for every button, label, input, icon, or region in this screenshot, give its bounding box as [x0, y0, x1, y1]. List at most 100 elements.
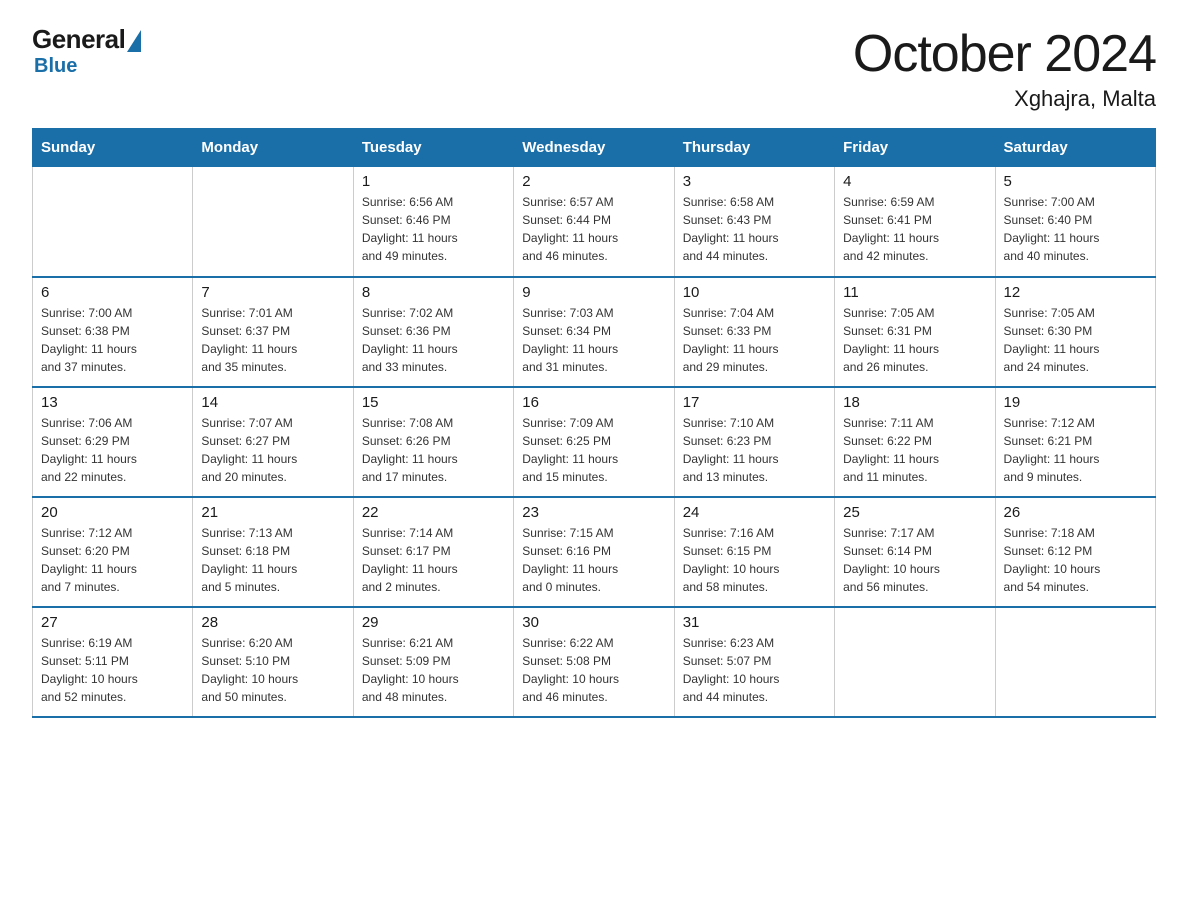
calendar-header-row: SundayMondayTuesdayWednesdayThursdayFrid…: [33, 129, 1156, 167]
calendar-cell: 26 Sunrise: 7:18 AMSunset: 6:12 PMDayligh…: [995, 497, 1155, 607]
calendar-header-tuesday: Tuesday: [353, 129, 513, 167]
day-info: Sunrise: 7:09 AMSunset: 6:25 PMDaylight:…: [522, 414, 665, 486]
calendar-cell: 14 Sunrise: 7:07 AMSunset: 6:27 PMDayligh…: [193, 387, 353, 497]
calendar-cell: 28 Sunrise: 6:20 AMSunset: 5:10 PMDayligh…: [193, 607, 353, 717]
day-info: Sunrise: 7:11 AMSunset: 6:22 PMDaylight:…: [843, 414, 986, 486]
calendar-header-wednesday: Wednesday: [514, 129, 674, 167]
calendar-week-row: 1 Sunrise: 6:56 AMSunset: 6:46 PMDaylight…: [33, 167, 1156, 277]
day-info: Sunrise: 7:13 AMSunset: 6:18 PMDaylight:…: [201, 524, 344, 596]
calendar-cell: 11Sunrise: 7:05 AMSunset: 6:31 PMDayligh…: [835, 277, 995, 387]
calendar-cell: 25 Sunrise: 7:17 AMSunset: 6:14 PMDayligh…: [835, 497, 995, 607]
calendar-cell: 15Sunrise: 7:08 AMSunset: 6:26 PMDayligh…: [353, 387, 513, 497]
day-info: Sunrise: 6:58 AMSunset: 6:43 PMDaylight:…: [683, 193, 826, 265]
calendar-cell: 31 Sunrise: 6:23 AMSunset: 5:07 PMDayligh…: [674, 607, 834, 717]
calendar-cell: 18 Sunrise: 7:11 AMSunset: 6:22 PMDayligh…: [835, 387, 995, 497]
calendar-cell: 30 Sunrise: 6:22 AMSunset: 5:08 PMDayligh…: [514, 607, 674, 717]
calendar-cell: 4 Sunrise: 6:59 AMSunset: 6:41 PMDaylight…: [835, 167, 995, 277]
calendar-cell: 22 Sunrise: 7:14 AMSunset: 6:17 PMDayligh…: [353, 497, 513, 607]
day-info: Sunrise: 6:59 AMSunset: 6:41 PMDaylight:…: [843, 193, 986, 265]
day-number: 23: [522, 504, 665, 521]
calendar-cell: 17 Sunrise: 7:10 AMSunset: 6:23 PMDayligh…: [674, 387, 834, 497]
day-info: Sunrise: 7:00 AMSunset: 6:40 PMDaylight:…: [1004, 193, 1147, 265]
day-info: Sunrise: 6:56 AMSunset: 6:46 PMDaylight:…: [362, 193, 505, 265]
calendar-cell: 23 Sunrise: 7:15 AMSunset: 6:16 PMDayligh…: [514, 497, 674, 607]
calendar-cell: 3Sunrise: 6:58 AMSunset: 6:43 PMDaylight…: [674, 167, 834, 277]
day-number: 24: [683, 504, 826, 521]
day-info: Sunrise: 7:07 AMSunset: 6:27 PMDaylight:…: [201, 414, 344, 486]
day-number: 22: [362, 504, 505, 521]
calendar-cell: 6 Sunrise: 7:00 AMSunset: 6:38 PMDaylight…: [33, 277, 193, 387]
calendar-cell: 1 Sunrise: 6:56 AMSunset: 6:46 PMDaylight…: [353, 167, 513, 277]
calendar-cell: 19 Sunrise: 7:12 AMSunset: 6:21 PMDayligh…: [995, 387, 1155, 497]
day-number: 1: [362, 173, 505, 190]
day-number: 18: [843, 394, 986, 411]
day-number: 9: [522, 284, 665, 301]
day-info: Sunrise: 7:14 AMSunset: 6:17 PMDaylight:…: [362, 524, 505, 596]
calendar-cell: 12Sunrise: 7:05 AMSunset: 6:30 PMDayligh…: [995, 277, 1155, 387]
day-info: Sunrise: 7:17 AMSunset: 6:14 PMDaylight:…: [843, 524, 986, 596]
day-info: Sunrise: 7:10 AMSunset: 6:23 PMDaylight:…: [683, 414, 826, 486]
calendar-cell: [995, 607, 1155, 717]
day-info: Sunrise: 7:05 AMSunset: 6:30 PMDaylight:…: [1004, 304, 1147, 376]
calendar-header-thursday: Thursday: [674, 129, 834, 167]
title-block: October 2024 Xghajra, Malta: [853, 24, 1156, 112]
calendar-header-friday: Friday: [835, 129, 995, 167]
calendar-cell: 21Sunrise: 7:13 AMSunset: 6:18 PMDayligh…: [193, 497, 353, 607]
calendar-cell: 5Sunrise: 7:00 AMSunset: 6:40 PMDaylight…: [995, 167, 1155, 277]
day-number: 2: [522, 173, 665, 190]
calendar-header-sunday: Sunday: [33, 129, 193, 167]
logo-triangle-icon: [127, 30, 141, 52]
calendar-cell: 9Sunrise: 7:03 AMSunset: 6:34 PMDaylight…: [514, 277, 674, 387]
day-info: Sunrise: 7:12 AMSunset: 6:21 PMDaylight:…: [1004, 414, 1147, 486]
calendar-cell: 13 Sunrise: 7:06 AMSunset: 6:29 PMDayligh…: [33, 387, 193, 497]
day-number: 6: [41, 284, 184, 301]
day-number: 27: [41, 614, 184, 631]
day-number: 13: [41, 394, 184, 411]
day-info: Sunrise: 7:02 AMSunset: 6:36 PMDaylight:…: [362, 304, 505, 376]
day-info: Sunrise: 7:12 AMSunset: 6:20 PMDaylight:…: [41, 524, 184, 596]
day-number: 14: [201, 394, 344, 411]
day-info: Sunrise: 6:20 AMSunset: 5:10 PMDaylight:…: [201, 634, 344, 706]
calendar-week-row: 20Sunrise: 7:12 AMSunset: 6:20 PMDayligh…: [33, 497, 1156, 607]
day-number: 10: [683, 284, 826, 301]
calendar-cell: [33, 167, 193, 277]
day-info: Sunrise: 6:19 AMSunset: 5:11 PMDaylight:…: [41, 634, 184, 706]
day-info: Sunrise: 6:22 AMSunset: 5:08 PMDaylight:…: [522, 634, 665, 706]
logo-blue-text: Blue: [34, 55, 77, 78]
calendar-cell: 8 Sunrise: 7:02 AMSunset: 6:36 PMDaylight…: [353, 277, 513, 387]
calendar-cell: 27 Sunrise: 6:19 AMSunset: 5:11 PMDayligh…: [33, 607, 193, 717]
calendar-week-row: 6 Sunrise: 7:00 AMSunset: 6:38 PMDaylight…: [33, 277, 1156, 387]
day-number: 17: [683, 394, 826, 411]
day-info: Sunrise: 7:18 AMSunset: 6:12 PMDaylight:…: [1004, 524, 1147, 596]
day-info: Sunrise: 6:23 AMSunset: 5:07 PMDaylight:…: [683, 634, 826, 706]
day-number: 15: [362, 394, 505, 411]
calendar-header-saturday: Saturday: [995, 129, 1155, 167]
day-number: 30: [522, 614, 665, 631]
day-number: 16: [522, 394, 665, 411]
calendar-cell: [835, 607, 995, 717]
day-number: 7: [201, 284, 344, 301]
calendar-cell: [193, 167, 353, 277]
day-number: 19: [1004, 394, 1147, 411]
day-number: 4: [843, 173, 986, 190]
location-subtitle: Xghajra, Malta: [853, 86, 1156, 112]
day-number: 29: [362, 614, 505, 631]
day-number: 8: [362, 284, 505, 301]
calendar-title: October 2024: [853, 24, 1156, 84]
day-number: 31: [683, 614, 826, 631]
day-info: Sunrise: 7:00 AMSunset: 6:38 PMDaylight:…: [41, 304, 184, 376]
day-info: Sunrise: 7:06 AMSunset: 6:29 PMDaylight:…: [41, 414, 184, 486]
day-number: 26: [1004, 504, 1147, 521]
calendar-cell: 16 Sunrise: 7:09 AMSunset: 6:25 PMDayligh…: [514, 387, 674, 497]
day-number: 28: [201, 614, 344, 631]
day-info: Sunrise: 7:16 AMSunset: 6:15 PMDaylight:…: [683, 524, 826, 596]
header: General Blue October 2024 Xghajra, Malta: [32, 24, 1156, 112]
calendar-week-row: 27 Sunrise: 6:19 AMSunset: 5:11 PMDayligh…: [33, 607, 1156, 717]
day-info: Sunrise: 7:15 AMSunset: 6:16 PMDaylight:…: [522, 524, 665, 596]
day-info: Sunrise: 6:21 AMSunset: 5:09 PMDaylight:…: [362, 634, 505, 706]
day-number: 11: [843, 284, 986, 301]
calendar-cell: 24 Sunrise: 7:16 AMSunset: 6:15 PMDayligh…: [674, 497, 834, 607]
logo-general-text: General: [32, 24, 125, 55]
day-info: Sunrise: 7:01 AMSunset: 6:37 PMDaylight:…: [201, 304, 344, 376]
day-number: 25: [843, 504, 986, 521]
